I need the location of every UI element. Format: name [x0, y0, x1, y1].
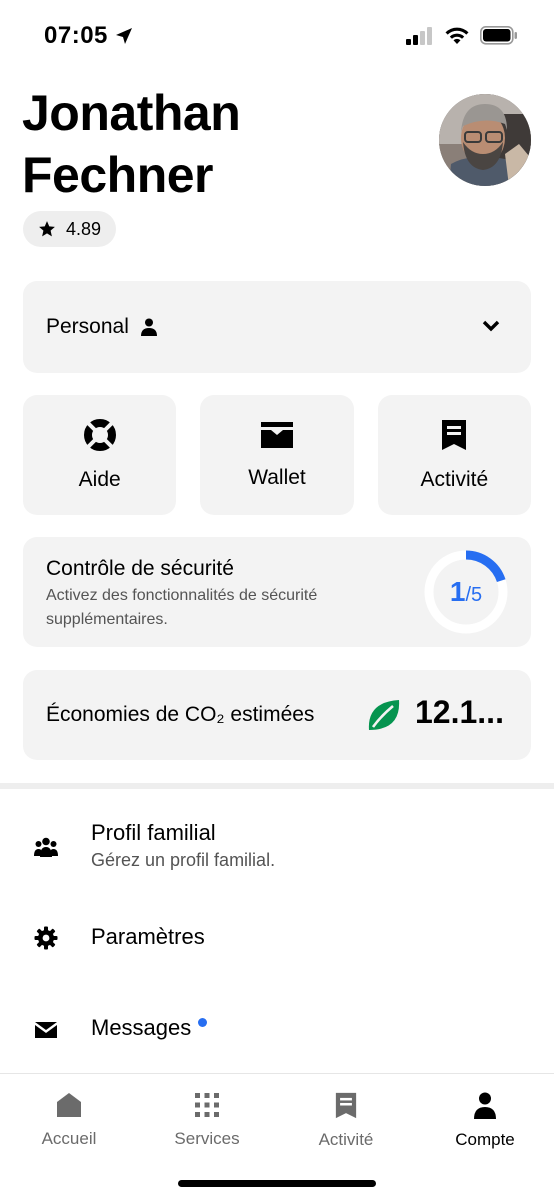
nav-services-label: Services	[174, 1129, 240, 1148]
safety-progress-text: 1 /5	[423, 549, 509, 635]
nav-activity-label: Activité	[318, 1130, 374, 1149]
activity-tile[interactable]: Activité	[377, 395, 531, 515]
rating-badge: 4.89	[23, 211, 116, 247]
chevron-down-icon	[481, 319, 501, 338]
co2-savings-card[interactable]: Économies de CO₂ estimées 12.1...	[23, 670, 531, 760]
avatar[interactable]	[439, 94, 531, 186]
co2-value: 12.1...	[415, 694, 504, 730]
help-tile[interactable]: Aide	[23, 395, 177, 515]
rating-value: 4.89	[65, 218, 102, 239]
profile-switcher-dropdown[interactable]: Personal	[23, 281, 531, 373]
safety-check-title: Contrôle de sécurité	[46, 557, 234, 580]
person-icon	[140, 318, 157, 336]
help-tile-label: Aide	[78, 467, 121, 491]
nav-home[interactable]: Accueil	[0, 1092, 138, 1149]
location-arrow-icon	[115, 28, 132, 44]
cellular-signal-icon	[406, 26, 432, 45]
star-icon	[39, 221, 55, 237]
receipt-icon	[440, 419, 468, 456]
battery-icon	[480, 26, 517, 45]
safety-progress-total: /5	[465, 583, 483, 606]
profile-switcher-label: Personal	[46, 315, 129, 338]
grid-icon	[194, 1092, 220, 1123]
family-icon	[34, 837, 58, 862]
status-bar: 07:05	[0, 0, 554, 72]
wallet-tile[interactable]: Wallet	[200, 395, 354, 515]
family-profile-subtitle: Gérez un profil familial.	[91, 850, 276, 870]
lifebuoy-icon	[83, 418, 116, 456]
list-item-family-profile[interactable]: Profil familial Gérez un profil familial…	[0, 800, 554, 892]
family-profile-title: Profil familial	[91, 820, 216, 845]
profile-last-name: Fechner	[22, 147, 214, 203]
leaf-icon	[365, 696, 403, 739]
home-icon	[56, 1092, 82, 1123]
nav-account-label: Compte	[455, 1130, 515, 1149]
receipt-icon	[334, 1092, 358, 1124]
nav-activity[interactable]: Activité	[277, 1092, 415, 1150]
status-icons	[406, 26, 518, 45]
wallet-tile-label: Wallet	[248, 465, 306, 489]
list-item-settings[interactable]: Paramètres	[0, 900, 554, 976]
person-icon	[473, 1092, 497, 1124]
safety-progress-done: 1	[449, 576, 466, 607]
co2-title: Économies de CO₂ estimées	[46, 703, 315, 726]
settings-title: Paramètres	[91, 924, 205, 949]
section-divider	[0, 783, 554, 789]
unread-dot	[198, 1018, 208, 1027]
quick-actions: Aide Wallet Activité	[23, 395, 531, 515]
messages-title: Messages	[91, 1015, 208, 1041]
home-indicator[interactable]	[178, 1180, 376, 1187]
nav-account[interactable]: Compte	[416, 1092, 554, 1150]
wallet-icon	[260, 421, 294, 454]
safety-check-subtitle: Activez des fonctionnalités de sécurité …	[46, 587, 318, 628]
nav-home-label: Accueil	[41, 1129, 97, 1148]
list-item-messages[interactable]: Messages	[0, 990, 554, 1066]
wifi-icon	[445, 27, 469, 44]
nav-services[interactable]: Services	[138, 1092, 276, 1149]
profile-name: Jonathan Fechner	[22, 82, 402, 206]
safety-check-card[interactable]: Contrôle de sécurité Activez des fonctio…	[23, 537, 531, 647]
avatar-photo	[439, 94, 531, 186]
activity-tile-label: Activité	[420, 467, 489, 491]
mail-icon	[34, 1021, 58, 1044]
messages-label: Messages	[91, 1015, 192, 1040]
gear-icon	[34, 926, 58, 955]
clock-text: 07:05	[44, 22, 108, 49]
status-time: 07:05	[44, 22, 134, 50]
profile-first-name: Jonathan	[22, 85, 241, 141]
